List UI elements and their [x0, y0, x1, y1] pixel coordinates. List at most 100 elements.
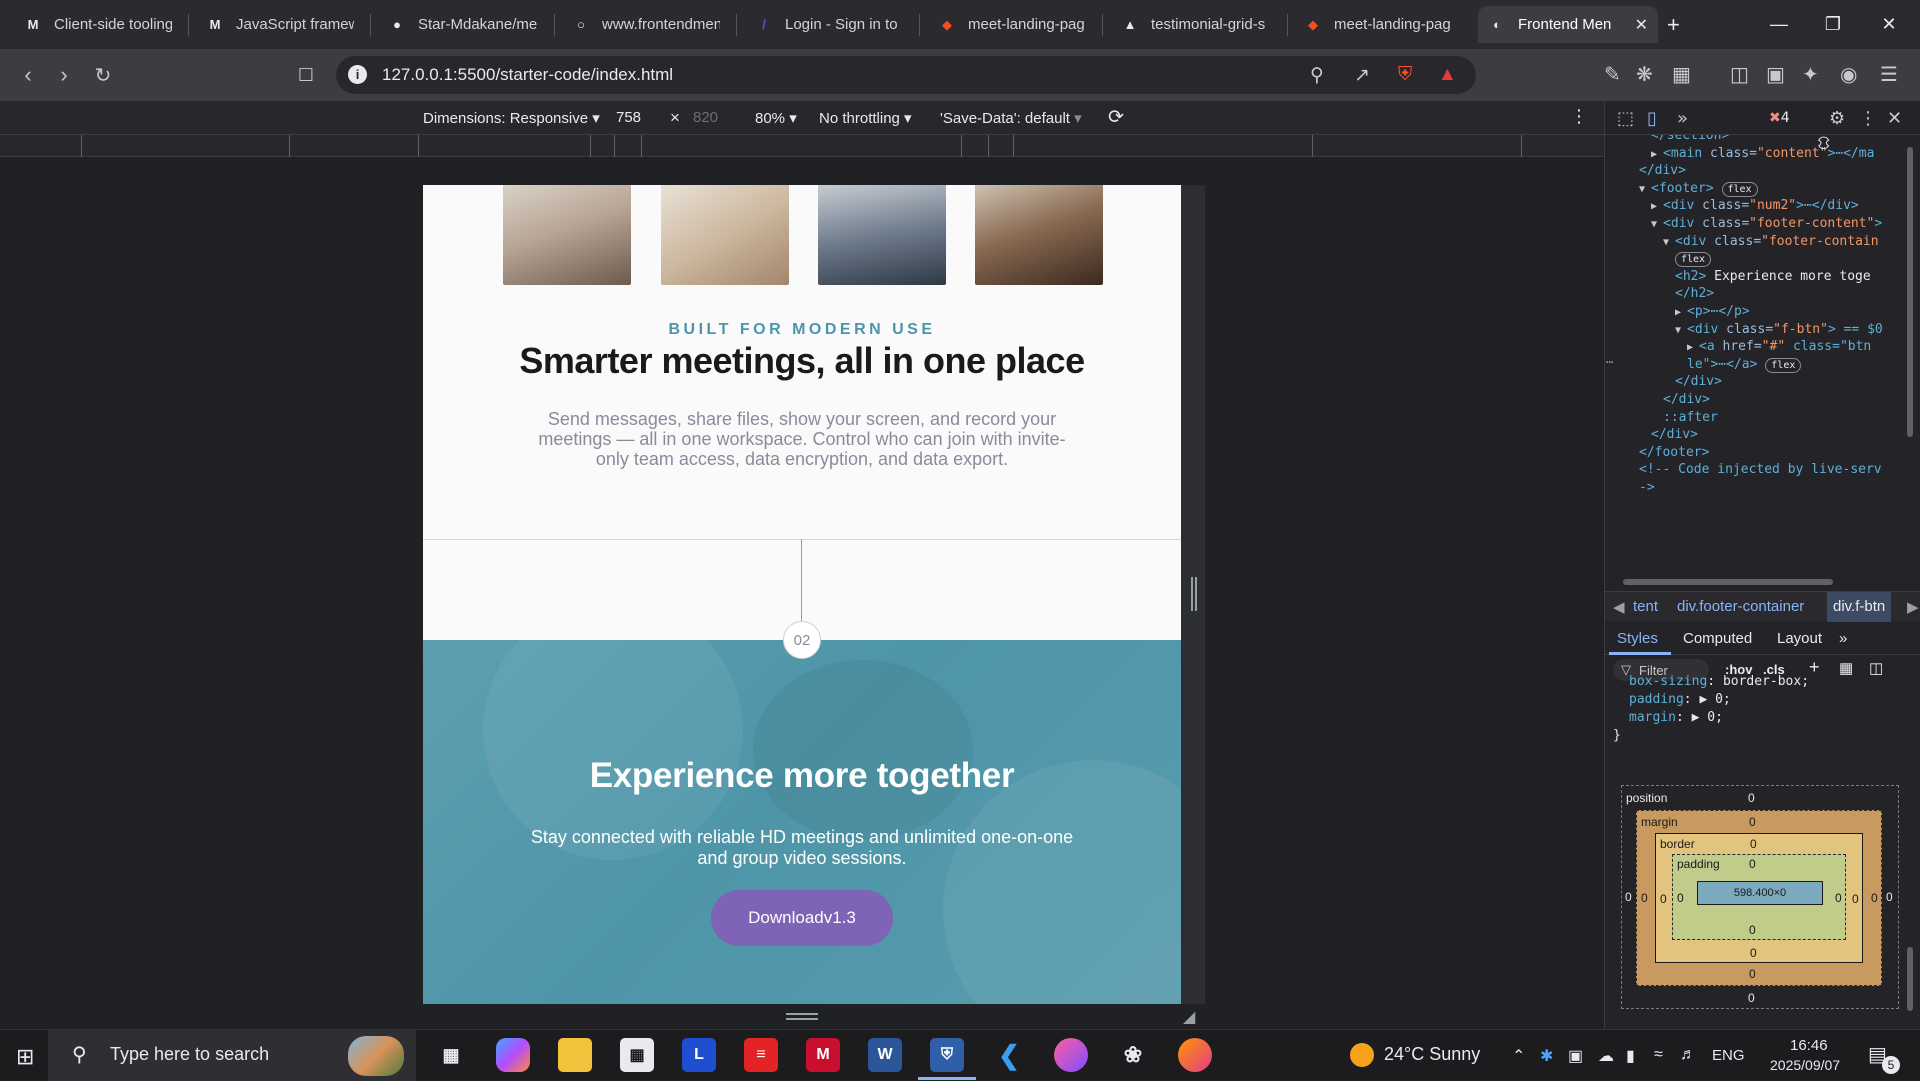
red-app-icon[interactable]: ≡: [744, 1038, 778, 1072]
menu-icon[interactable]: ☰: [1880, 62, 1898, 87]
task-view-icon[interactable]: ▦: [434, 1038, 468, 1072]
tab-search-icon[interactable]: ▦: [1672, 62, 1691, 87]
brave-rewards-icon[interactable]: ▲: [1438, 64, 1457, 86]
dom-scrollbar[interactable]: [1907, 137, 1915, 567]
site-info-icon[interactable]: i: [348, 65, 367, 84]
css-declaration[interactable]: padding: ▶ 0;: [1629, 691, 1731, 709]
error-count[interactable]: ✖4: [1769, 110, 1790, 126]
resize-handle-right[interactable]: [1191, 577, 1197, 611]
rotate-icon[interactable]: ⟳: [1108, 106, 1124, 129]
tab-item[interactable]: ◆ meet-landing-pag: [928, 6, 1096, 43]
forward-icon[interactable]: ›: [50, 61, 78, 89]
language-indicator[interactable]: ENG: [1712, 1047, 1745, 1064]
download-button[interactable]: Downloadv1.3: [711, 890, 893, 946]
expand-arrow-icon[interactable]: ▶: [1651, 149, 1663, 160]
clock-time[interactable]: 16:46: [1790, 1037, 1828, 1054]
file-explorer-icon[interactable]: [558, 1038, 592, 1072]
bookmark-icon[interactable]: ☐: [292, 61, 320, 89]
tab-styles[interactable]: Styles: [1617, 630, 1658, 647]
node-actions-icon[interactable]: ⋯: [1606, 355, 1613, 369]
back-icon[interactable]: ‹: [14, 61, 42, 89]
height-input[interactable]: 820: [693, 109, 718, 126]
mcafee-icon[interactable]: M: [806, 1038, 840, 1072]
throttling-dropdown[interactable]: No throttling ▾: [819, 109, 912, 127]
volume-icon[interactable]: ♬: [1680, 1046, 1696, 1064]
tab-item[interactable]: ● Star-Mdakane/me: [378, 6, 548, 43]
more-tabs-icon[interactable]: »: [1677, 108, 1688, 129]
dom-node[interactable]: <!-- Code injected by live-serv: [1639, 459, 1882, 480]
dom-node[interactable]: ->: [1639, 477, 1655, 498]
toggle-sidebar-icon[interactable]: ◫: [1869, 659, 1883, 677]
leo-ai-icon[interactable]: ✦: [1802, 62, 1819, 87]
bm-padding[interactable]: padding 0 0 0 0 598.400×0: [1672, 854, 1846, 940]
elements-tree[interactable]: </section> ▶ <main class="content">⋯</ma <…: [1605, 135, 1905, 575]
width-input[interactable]: 758: [616, 109, 641, 126]
share-icon[interactable]: ↗: [1354, 64, 1370, 87]
expand-arrow-icon[interactable]: ▼: [1675, 325, 1687, 336]
tab-item[interactable]: ◆ meet-landing-pag: [1294, 6, 1462, 43]
microsoft-store-icon[interactable]: ▦: [620, 1038, 654, 1072]
battery-icon[interactable]: ▮: [1626, 1046, 1635, 1066]
close-window-button[interactable]: ✕: [1862, 0, 1916, 49]
weather-text[interactable]: 24°C Sunny: [1384, 1044, 1480, 1065]
css-declaration[interactable]: margin: ▶ 0;: [1629, 709, 1723, 727]
brave-taskbar-icon[interactable]: ⛨: [930, 1038, 964, 1072]
resize-handle-bottom[interactable]: [786, 1013, 818, 1020]
tab-item[interactable]: ▲ testimonial-grid-s: [1111, 6, 1281, 43]
crumb-back-icon[interactable]: ◀: [1613, 598, 1625, 616]
save-data-dropdown[interactable]: 'Save-Data': default ▾: [940, 109, 1082, 127]
resize-corner-icon[interactable]: ◢: [1183, 1007, 1195, 1027]
bluetooth-icon[interactable]: ✱: [1540, 1046, 1553, 1066]
expand-arrow-icon[interactable]: ▶: [1687, 342, 1699, 353]
media-query-ruler[interactable]: [0, 135, 1604, 157]
tab-active[interactable]: ◐ Frontend Men ✕: [1478, 6, 1658, 43]
vpn-icon[interactable]: ◉: [1840, 62, 1857, 87]
dom-horizontal-scrollbar[interactable]: [1613, 577, 1905, 587]
expand-arrow-icon[interactable]: ▼: [1651, 219, 1663, 230]
expand-arrow-icon[interactable]: ▶: [1651, 201, 1663, 212]
bm-content[interactable]: 598.400×0: [1697, 881, 1823, 905]
lenovo-app-icon[interactable]: L: [682, 1038, 716, 1072]
breadcrumb-item-selected[interactable]: div.f-btn: [1827, 592, 1892, 622]
paint-icon[interactable]: ▦: [1839, 659, 1853, 677]
styles-scrollbar[interactable]: [1907, 657, 1915, 1027]
swap-dimensions-icon[interactable]: ×: [670, 108, 680, 128]
css-declaration[interactable]: box-sizing: border-box;: [1629, 673, 1809, 691]
expand-arrow-icon[interactable]: ▶: [1675, 307, 1687, 318]
vscode-icon[interactable]: ❮: [992, 1038, 1026, 1072]
settings-icon[interactable]: ⚙: [1829, 108, 1845, 129]
dimensions-dropdown[interactable]: Dimensions: Responsive ▾: [423, 109, 600, 127]
more-options-icon[interactable]: ⋮: [1570, 106, 1588, 127]
tab-computed[interactable]: Computed: [1683, 630, 1752, 647]
device-toggle-icon[interactable]: ▯: [1647, 108, 1657, 129]
expand-arrow-icon[interactable]: ▼: [1639, 184, 1651, 195]
crumb-forward-icon[interactable]: ▶: [1907, 598, 1919, 616]
url-bar[interactable]: i 127.0.0.1:5500/starter-code/index.html…: [336, 56, 1476, 94]
search-highlight-bird-icon[interactable]: [348, 1036, 404, 1076]
windows-start-icon[interactable]: ⊞: [16, 1044, 34, 1070]
sidebar-icon[interactable]: ◫: [1730, 62, 1749, 87]
more-panel-tabs-icon[interactable]: »: [1839, 630, 1847, 647]
minimize-button[interactable]: —: [1752, 0, 1806, 49]
accessibility-icon[interactable]: ⛻: [1817, 133, 1830, 157]
bm-margin[interactable]: margin 0 0 0 0 border 0 0 0 0 padding 0 …: [1636, 810, 1882, 986]
tab-item[interactable]: M Client-side tooling: [14, 6, 182, 43]
copilot-icon[interactable]: [496, 1038, 530, 1072]
maximize-button[interactable]: ❐: [1806, 0, 1860, 49]
tray-overflow-icon[interactable]: ⌃: [1512, 1046, 1525, 1066]
breadcrumb-item[interactable]: tent: [1633, 598, 1658, 615]
paint-app-icon[interactable]: ❀: [1116, 1038, 1150, 1072]
wallet-brush-icon[interactable]: ✎: [1604, 62, 1621, 87]
wallet-icon[interactable]: ▣: [1766, 62, 1785, 87]
zoom-icon[interactable]: ⚲: [1310, 64, 1324, 87]
wifi-icon[interactable]: ≈: [1654, 1046, 1663, 1064]
pink-app-icon[interactable]: [1054, 1038, 1088, 1072]
brave-shields-icon[interactable]: ⛨: [1398, 64, 1412, 86]
taskbar-search-box[interactable]: ⚲ Type here to search: [48, 1030, 416, 1081]
expand-arrow-icon[interactable]: ▼: [1663, 237, 1675, 248]
onedrive-icon[interactable]: ☁: [1598, 1046, 1614, 1066]
zoom-dropdown[interactable]: 80% ▾: [755, 109, 797, 127]
reload-icon[interactable]: ↻: [89, 61, 117, 89]
new-rule-icon[interactable]: +: [1809, 657, 1820, 678]
extensions-icon[interactable]: ❋: [1636, 62, 1653, 87]
